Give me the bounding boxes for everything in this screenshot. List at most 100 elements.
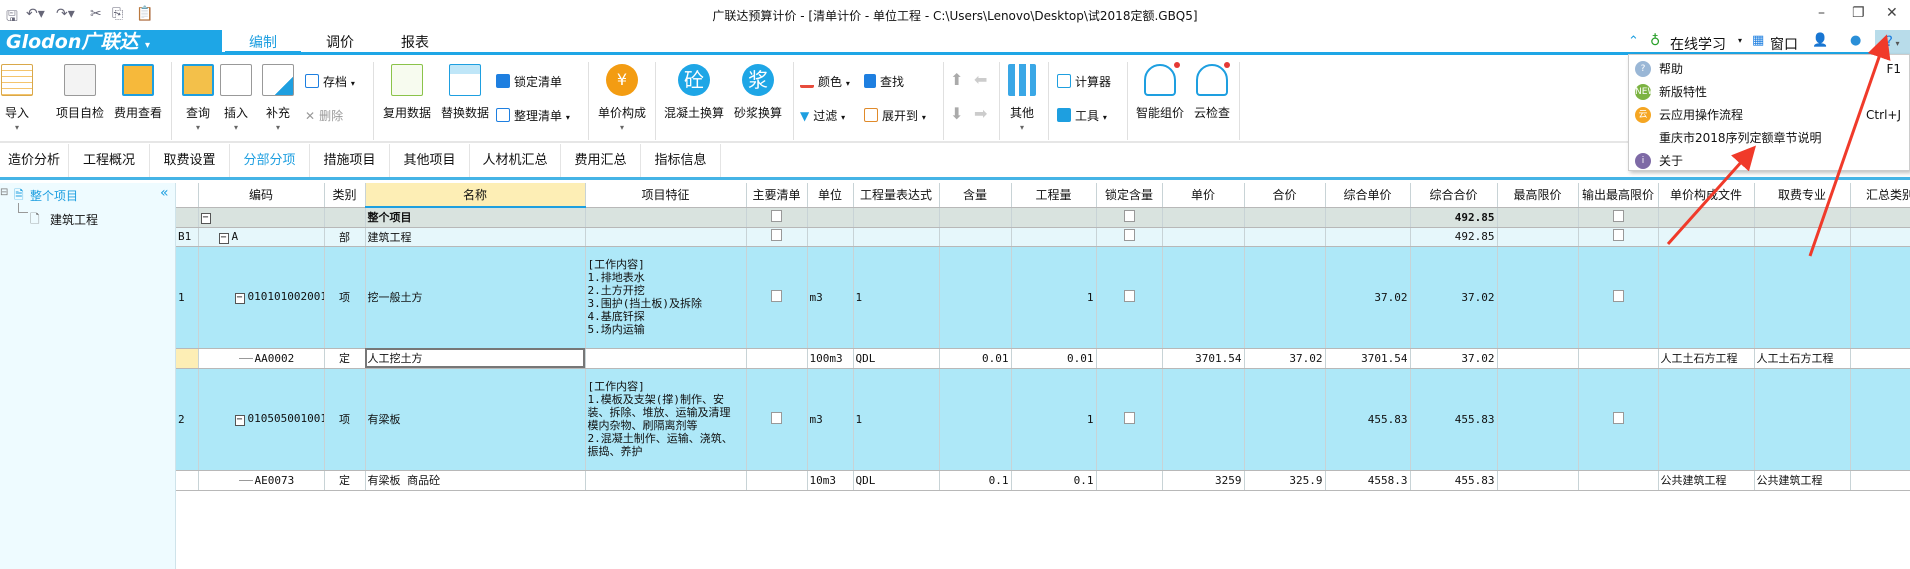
tools-button[interactable]: 工具 ▾ [1057,106,1107,126]
checkbox[interactable] [1123,289,1135,302]
column-header-6[interactable]: 单位 [807,183,854,208]
cell-ratio[interactable] [939,207,1012,228]
cell-expr[interactable]: 1 [853,368,940,471]
cell-name[interactable]: 建筑工程 [365,227,586,247]
cell-main[interactable] [746,470,808,491]
import-button[interactable]: 导入 ▾ [0,62,34,140]
cell-total[interactable] [1244,207,1326,228]
checkbox[interactable] [1123,229,1135,241]
collapse-toggle-icon[interactable]: − [218,232,229,244]
cell-expr[interactable] [853,207,940,228]
column-header-5[interactable]: 主要清单 [746,183,808,208]
cell-main[interactable] [746,246,808,349]
cell-feature[interactable]: [工作内容] 1.排地表水 2.土方开挖 3.围护(挡土板)及拆除 4.基底钎探… [585,246,747,349]
cell-total[interactable] [1244,227,1326,247]
cell-max[interactable] [1497,470,1579,491]
cell-total[interactable] [1244,368,1326,471]
cell-name[interactable]: 整个项目 [365,207,586,228]
cell-main[interactable] [746,227,808,247]
table-row[interactable]: − 整个项目 492.85 [176,207,1910,228]
cell-qty[interactable]: 1 [1011,368,1097,471]
other-button[interactable]: 其他 ▾ [1006,62,1038,140]
cell-expr[interactable]: 1 [853,246,940,349]
subtab-5[interactable]: 其他项目 [390,144,470,177]
cell-no[interactable]: 2 [176,368,199,471]
collapse-toggle-icon[interactable]: − [234,415,245,426]
column-header-8[interactable]: 含量 [939,183,1012,208]
move-down-icon[interactable]: ⬇ [950,104,963,123]
tab-adjust-price[interactable]: 调价 [305,32,375,54]
cell-name[interactable]: 人工挖土方 [365,348,586,369]
cell-outmax[interactable] [1578,227,1659,247]
help-button[interactable]: ? ▾ [1875,30,1910,54]
cell-code[interactable]: AA0002 [198,348,325,369]
column-header-4[interactable]: 项目特征 [585,183,747,208]
cell-type[interactable]: 项 [324,368,366,471]
cell-qty[interactable]: 0.01 [1011,348,1097,369]
mortar-conversion-button[interactable]: 浆砂浆换算 [732,62,784,140]
checkbox[interactable] [1612,229,1624,241]
cell-main[interactable] [746,368,808,471]
cell-lock[interactable] [1096,207,1163,228]
delete-button[interactable]: ✕ 删除 [305,106,343,126]
smart-pricing-button[interactable]: 智能组价 [1133,62,1187,140]
column-header-3[interactable]: 名称 [365,183,586,208]
move-left-icon[interactable]: ⬅ [974,70,987,89]
cell-name[interactable]: 挖一般土方 [365,246,586,349]
cell-cprice[interactable] [1325,227,1411,247]
cell-ratio[interactable]: 0.1 [939,470,1012,491]
concrete-conversion-button[interactable]: 砼混凝土换算 [662,62,726,140]
move-up-icon[interactable]: ⬆ [950,70,963,89]
cell-unit[interactable]: 100m3 [807,348,854,369]
subtab-2[interactable]: 取费设置 [150,144,230,177]
replace-data-button[interactable]: 替换数据 [439,62,491,140]
checkbox[interactable] [1612,411,1624,424]
cell-feature[interactable] [585,470,747,491]
column-header-13[interactable]: 综合单价 [1325,183,1411,208]
cell-feature[interactable] [585,207,747,228]
expand-to-button[interactable]: 展开到 ▾ [864,106,926,126]
checkbox[interactable] [1612,289,1624,302]
column-header-1[interactable]: 编码 [198,183,325,208]
cell-lock[interactable] [1096,246,1163,349]
tidy-list-button[interactable]: 整理清单 ▾ [496,106,570,126]
table-row[interactable]: AA0002 定人工挖土方 100m3 QDL 0.01 0.01 3701.54 37.02… [176,348,1910,369]
cell-no[interactable]: B1 [176,227,199,247]
cell-cprice[interactable]: 37.02 [1325,246,1411,349]
cell-max[interactable] [1497,227,1579,247]
cell-code[interactable]: −010101002001 [198,246,325,349]
cell-ratio[interactable]: 0.01 [939,348,1012,369]
cell-type[interactable]: 项 [324,246,366,349]
supplement-button[interactable]: 补充 ▾ [262,62,294,140]
tree-expand-icon[interactable]: ⊟ [0,187,8,198]
menu-item-1[interactable]: NEW 新版特性 [1629,81,1910,103]
cell-ctotal[interactable]: 492.85 [1410,227,1498,247]
menu-item-3[interactable]: 重庆市2018序列定额章节说明 [1629,127,1910,149]
cell-main[interactable] [746,207,808,228]
column-header-10[interactable]: 锁定含量 [1096,183,1163,208]
cell-outmax[interactable] [1578,470,1659,491]
collapse-ribbon-icon[interactable]: ⌃ [1628,34,1639,49]
cell-main[interactable] [746,348,808,369]
column-header-2[interactable]: 类别 [324,183,366,208]
cell-feature[interactable]: [工作内容] 1.模板及支架(撑)制作、安 装、拆除、堆放、运输及清理 模内杂物… [585,368,747,471]
cell-max[interactable] [1497,246,1579,349]
user-icon[interactable]: 👤 [1812,33,1828,48]
cell-file[interactable] [1658,227,1755,247]
column-header-15[interactable]: 最高限价 [1497,183,1579,208]
cell-file[interactable]: 人工土石方工程 [1658,348,1755,369]
cell-spec[interactable]: 公共建筑工程 [1754,470,1851,491]
cell-expr[interactable] [853,227,940,247]
archive-button[interactable]: 存档 ▾ [305,72,355,92]
table-row[interactable]: B1− A 部建筑工程 492.85 [176,227,1910,247]
cell-total[interactable]: 37.02 [1244,348,1326,369]
cell-ratio[interactable] [939,246,1012,349]
subtab-6[interactable]: 人材机汇总 [470,144,561,177]
subtab-8[interactable]: 指标信息 [641,144,721,177]
cell-spec[interactable] [1754,368,1851,471]
cell-feature[interactable] [585,227,747,247]
cell-qty[interactable]: 1 [1011,246,1097,349]
cell-file[interactable] [1658,246,1755,349]
filter-button[interactable]: ▼ 过滤 ▾ [800,106,845,126]
cell-max[interactable] [1497,348,1579,369]
